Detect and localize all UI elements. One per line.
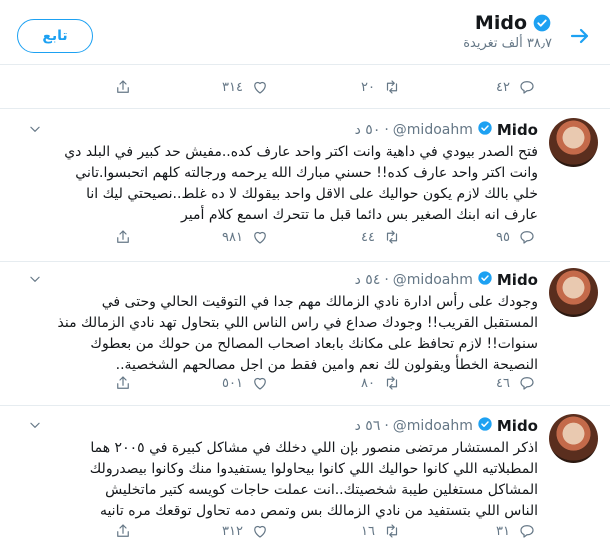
tweet-handle: @midoahm <box>392 122 473 138</box>
retweet-icon <box>386 524 398 538</box>
like-button[interactable]: ٣١٤ <box>222 78 269 96</box>
share-icon <box>117 230 129 243</box>
tweet-line: خلي بالك لازم يكون حواليك على الاقل واحد… <box>86 186 538 202</box>
tweet-line: عارف انه ابنك الصغير بس دائما قبل ما تتح… <box>181 207 538 223</box>
reply-button[interactable]: ٤٢ <box>496 78 536 96</box>
profile-name: Mido <box>474 12 527 34</box>
retweet-count: ٨٠ <box>361 375 375 391</box>
caret-down-icon[interactable] <box>28 418 42 432</box>
tweet[interactable]: ٥٦ د · @midoahm Mido اذكر المستشار مرتضى… <box>0 406 610 558</box>
tweet-text: وجودك على رأس ادارة نادي الزمالك مهم جدا… <box>6 292 539 376</box>
verified-icon <box>477 120 493 140</box>
share-icon <box>117 80 129 93</box>
avatar[interactable] <box>549 414 598 463</box>
like-icon <box>254 525 266 538</box>
retweet-count: ٤٤ <box>361 229 375 245</box>
like-button[interactable]: ٩٨١ <box>222 228 269 246</box>
tweet-line: المستقبل القريب!! وجودك صداع في راس النا… <box>57 315 539 331</box>
tweet-actions: ٤٢ ٢٠ ٣١٤ <box>0 78 540 100</box>
back-arrow-icon[interactable] <box>568 24 592 48</box>
retweet-count: ٢٠ <box>361 79 375 95</box>
reply-button[interactable]: ٩٥ <box>496 228 536 246</box>
retweet-button[interactable]: ٤٤ <box>361 228 401 246</box>
tweet-line: النصيحة الخطأ ويقولون لك نعم وامين فقط م… <box>115 357 538 373</box>
share-button[interactable] <box>114 374 132 392</box>
like-count: ٥٠١ <box>222 375 243 391</box>
like-count: ٣١٤ <box>222 79 243 95</box>
tweet-actions: ٣١ ١٦ ٣١٢ <box>0 522 540 544</box>
tweet[interactable]: ٥٠ د · @midoahm Mido فتح الصدر بيودي في … <box>0 108 610 262</box>
tweet-line: اذكر المستشار مرتضى منصور بإن اللي دخلك … <box>90 440 538 456</box>
follow-button[interactable]: تابع <box>17 19 93 53</box>
verified-icon <box>477 270 493 290</box>
share-button[interactable] <box>114 228 132 246</box>
like-icon <box>254 81 266 94</box>
retweet-button[interactable]: ٢٠ <box>361 78 401 96</box>
previous-tweet[interactable]: ٤٢ ٢٠ ٣١٤ <box>0 64 610 109</box>
reply-icon <box>520 377 534 390</box>
retweet-icon <box>386 376 398 390</box>
share-button[interactable] <box>114 78 132 96</box>
avatar[interactable] <box>549 268 598 317</box>
tweet-text: اذكر المستشار مرتضى منصور بإن اللي دخلك … <box>6 438 538 522</box>
reply-button[interactable]: ٤٦ <box>496 374 536 392</box>
tweet-actions: ٩٥ ٤٤ ٩٨١ <box>0 228 540 250</box>
tweet-author-name[interactable]: Mido <box>497 271 538 289</box>
tweet-line: المطبلاتيه اللي كانوا حواليك اللي كانوا … <box>89 461 538 477</box>
tweet-time[interactable]: ٥٦ د <box>355 418 381 434</box>
retweet-count: ١٦ <box>361 523 375 539</box>
reply-count: ٤٢ <box>496 79 510 95</box>
like-count: ٣١٢ <box>222 523 243 539</box>
tweet-count: ٣٨٫٧ ألف تغريدة <box>463 36 552 51</box>
reply-count: ٩٥ <box>496 229 510 245</box>
caret-down-icon[interactable] <box>28 122 42 136</box>
tweet-line: وانت اكتر واحد عارف كده!! حسني مبارك الل… <box>75 165 538 181</box>
share-button[interactable] <box>114 522 132 540</box>
tweet-time[interactable]: ٥٠ د <box>355 122 381 138</box>
tweet-header: ٥٦ د · @midoahm Mido <box>354 416 538 436</box>
tweet-header: ٥٤ د · @midoahm Mido <box>354 270 538 290</box>
header-titles: Mido ٣٨٫٧ ألف تغريدة <box>463 12 552 51</box>
reply-count: ٤٦ <box>496 375 510 391</box>
retweet-button[interactable]: ٨٠ <box>361 374 401 392</box>
verified-icon <box>532 13 552 33</box>
reply-icon <box>520 81 534 94</box>
tweet-line: المشاكل مستغلين طيبة شخصيتك..انت عملت حا… <box>105 482 538 498</box>
reply-icon <box>520 525 534 538</box>
tweet-handle: @midoahm <box>392 272 473 288</box>
avatar[interactable] <box>549 118 598 167</box>
tweet-actions: ٤٦ ٨٠ ٥٠١ <box>0 374 540 396</box>
tweet-time[interactable]: ٥٤ د <box>355 272 381 288</box>
like-count: ٩٨١ <box>222 229 243 245</box>
share-icon <box>117 524 129 537</box>
reply-icon <box>520 231 534 244</box>
profile-header: Mido ٣٨٫٧ ألف تغريدة تابع <box>0 0 610 65</box>
tweet-line: وجودك على رأس ادارة نادي الزمالك مهم جدا… <box>101 294 538 310</box>
like-icon <box>254 231 266 244</box>
tweet-line: الناس اللي بتستفيد من نادي الزمالك بس وت… <box>99 503 538 519</box>
verified-icon <box>477 416 493 436</box>
retweet-icon <box>386 80 398 94</box>
reply-button[interactable]: ٣١ <box>496 522 536 540</box>
tweet-author-name[interactable]: Mido <box>497 417 538 435</box>
tweet-author-name[interactable]: Mido <box>497 121 538 139</box>
reply-count: ٣١ <box>496 523 510 539</box>
tweet-header: ٥٠ د · @midoahm Mido <box>354 120 538 140</box>
like-button[interactable]: ٣١٢ <box>222 522 269 540</box>
tweet-line: سنوات!! لازم تحافظ على مكانك بابعاد اصحا… <box>90 336 538 352</box>
tweet-text: فتح الصدر بيودي في داهية وانت اكتر واحد … <box>6 142 538 226</box>
tweet-line: فتح الصدر بيودي في داهية وانت اكتر واحد … <box>64 144 538 160</box>
like-button[interactable]: ٥٠١ <box>222 374 269 392</box>
share-icon <box>117 376 129 389</box>
retweet-icon <box>386 230 398 244</box>
retweet-button[interactable]: ١٦ <box>361 522 401 540</box>
tweet-handle: @midoahm <box>392 418 473 434</box>
tweet[interactable]: ٥٤ د · @midoahm Mido وجودك على رأس ادارة… <box>0 262 610 406</box>
caret-down-icon[interactable] <box>28 272 42 286</box>
like-icon <box>254 377 266 390</box>
